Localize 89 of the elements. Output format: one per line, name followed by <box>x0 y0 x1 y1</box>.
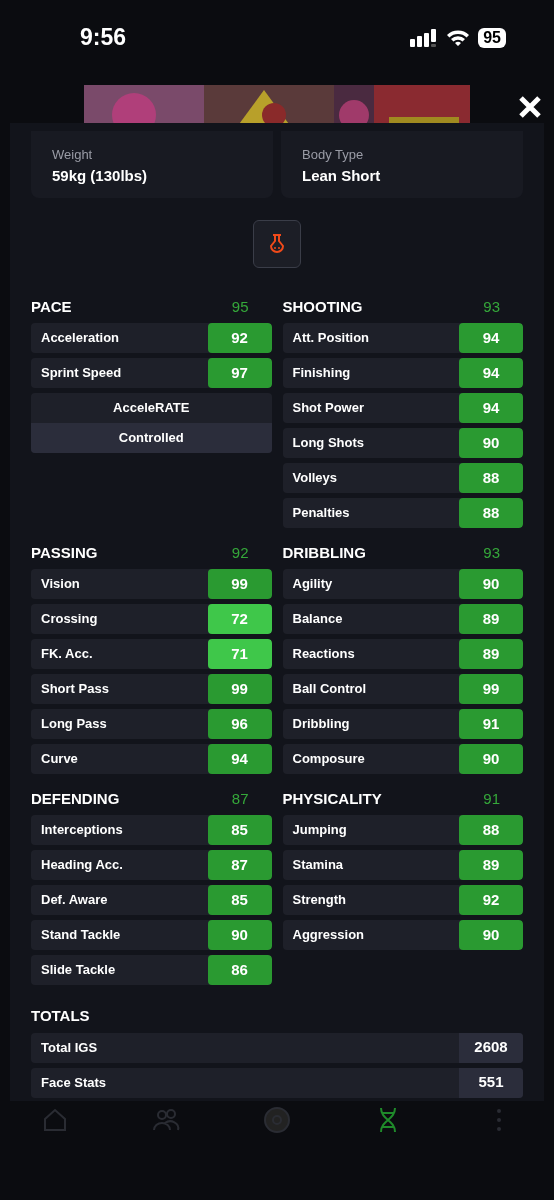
stat-value: 94 <box>207 744 272 774</box>
info-value: Lean Short <box>302 165 382 186</box>
section-title: PHYSICALITY <box>282 788 382 809</box>
stat-name: Short Pass <box>40 680 110 699</box>
ball-icon[interactable] <box>262 1105 292 1135</box>
stat-value: 94 <box>459 393 523 423</box>
section-title: TOTALS <box>31 1006 91 1026</box>
stat-name: Stand Tackle <box>40 926 122 945</box>
section-score: 87 <box>231 788 249 809</box>
stat-value: 94 <box>459 358 523 388</box>
flask-icon <box>269 234 285 254</box>
chemistry-button[interactable] <box>253 220 301 268</box>
section-title: PACE <box>31 296 72 317</box>
stat-name: Dribbling <box>291 715 351 734</box>
info-value: 59kg (130lbs) <box>52 165 149 186</box>
stat-value: 99 <box>459 674 523 704</box>
stat-name: Shot Power <box>291 399 365 418</box>
stat-name: FK. Acc. <box>40 645 94 664</box>
info-label: Body Type <box>302 146 365 164</box>
section-score: 92 <box>231 542 249 563</box>
stat-name: Ball Control <box>291 680 368 699</box>
total-value: 551 <box>459 1067 523 1098</box>
total-label: Face Stats <box>40 1073 108 1092</box>
stat-name: Composure <box>291 750 366 769</box>
stat-name: Curve <box>40 750 79 769</box>
info-label: Weight <box>52 146 94 164</box>
stat-value: 89 <box>459 850 523 880</box>
stat-name: Strength <box>291 891 347 910</box>
stat-value: 88 <box>459 815 523 845</box>
battery-indicator: 95 <box>478 27 506 48</box>
stat-name: Crossing <box>40 610 99 629</box>
stat-value: 94 <box>459 323 523 353</box>
wifi-icon <box>446 28 471 47</box>
section-score: 95 <box>231 296 249 317</box>
stat-value: 71 <box>207 639 272 669</box>
stat-value: 89 <box>459 639 523 669</box>
stat-value: 87 <box>207 850 272 880</box>
stat-value: 90 <box>459 744 523 774</box>
stat-value: 72 <box>207 604 272 634</box>
section-score: 93 <box>483 296 500 317</box>
stat-value: 88 <box>459 498 523 528</box>
stat-value: 90 <box>207 920 272 950</box>
section-title: PASSING <box>31 542 98 563</box>
close-icon[interactable] <box>518 95 542 119</box>
stat-name: Volleys <box>291 469 339 488</box>
stat-name: Stamina <box>291 856 345 875</box>
stat-value: 96 <box>207 709 272 739</box>
total-value: 2608 <box>459 1032 523 1063</box>
stat-value: 91 <box>459 709 523 739</box>
accelerate-label: AcceleRATE <box>112 399 191 418</box>
stat-name: Balance <box>291 610 344 629</box>
stat-name: Jumping <box>291 821 348 840</box>
stat-value: 97 <box>207 358 272 388</box>
section-title: DEFENDING <box>31 788 120 809</box>
stat-value: 90 <box>459 920 523 950</box>
stat-name: Slide Tackle <box>40 961 117 980</box>
section-score: 91 <box>483 788 500 809</box>
section-title: SHOOTING <box>282 296 363 317</box>
stat-name: Acceleration <box>40 329 121 348</box>
accelerate-value: Controlled <box>31 423 272 453</box>
stat-name: Finishing <box>291 364 352 383</box>
stat-value: 88 <box>459 463 523 493</box>
stat-name: Vision <box>40 575 81 594</box>
stat-name: Penalties <box>291 504 351 523</box>
stat-name: Sprint Speed <box>40 364 123 383</box>
stat-name: Reactions <box>291 645 356 664</box>
section-title: DRIBBLING <box>282 542 366 563</box>
signal-icon <box>410 28 439 47</box>
stat-value: 99 <box>207 674 272 704</box>
stat-value: 85 <box>207 885 272 915</box>
stat-name: Long Pass <box>40 715 108 734</box>
clock-time: 9:56 <box>80 23 127 53</box>
stat-name: Long Shots <box>291 434 365 453</box>
stat-value: 99 <box>207 569 272 599</box>
stat-name: Agility <box>291 575 334 594</box>
section-score: 93 <box>483 542 500 563</box>
stat-name: Def. Aware <box>40 891 109 910</box>
stat-name: Aggression <box>291 926 365 945</box>
stat-value: 85 <box>207 815 272 845</box>
stat-value: 92 <box>459 885 523 915</box>
stat-value: 89 <box>459 604 523 634</box>
stat-name: Att. Position <box>291 329 371 348</box>
stat-name: Interceptions <box>40 821 124 840</box>
stat-value: 86 <box>207 955 272 985</box>
stat-name: Heading Acc. <box>40 856 124 875</box>
stat-value: 90 <box>459 569 523 599</box>
total-label: Total IGS <box>40 1038 99 1057</box>
stat-value: 90 <box>459 428 523 458</box>
stat-value: 92 <box>207 323 272 353</box>
